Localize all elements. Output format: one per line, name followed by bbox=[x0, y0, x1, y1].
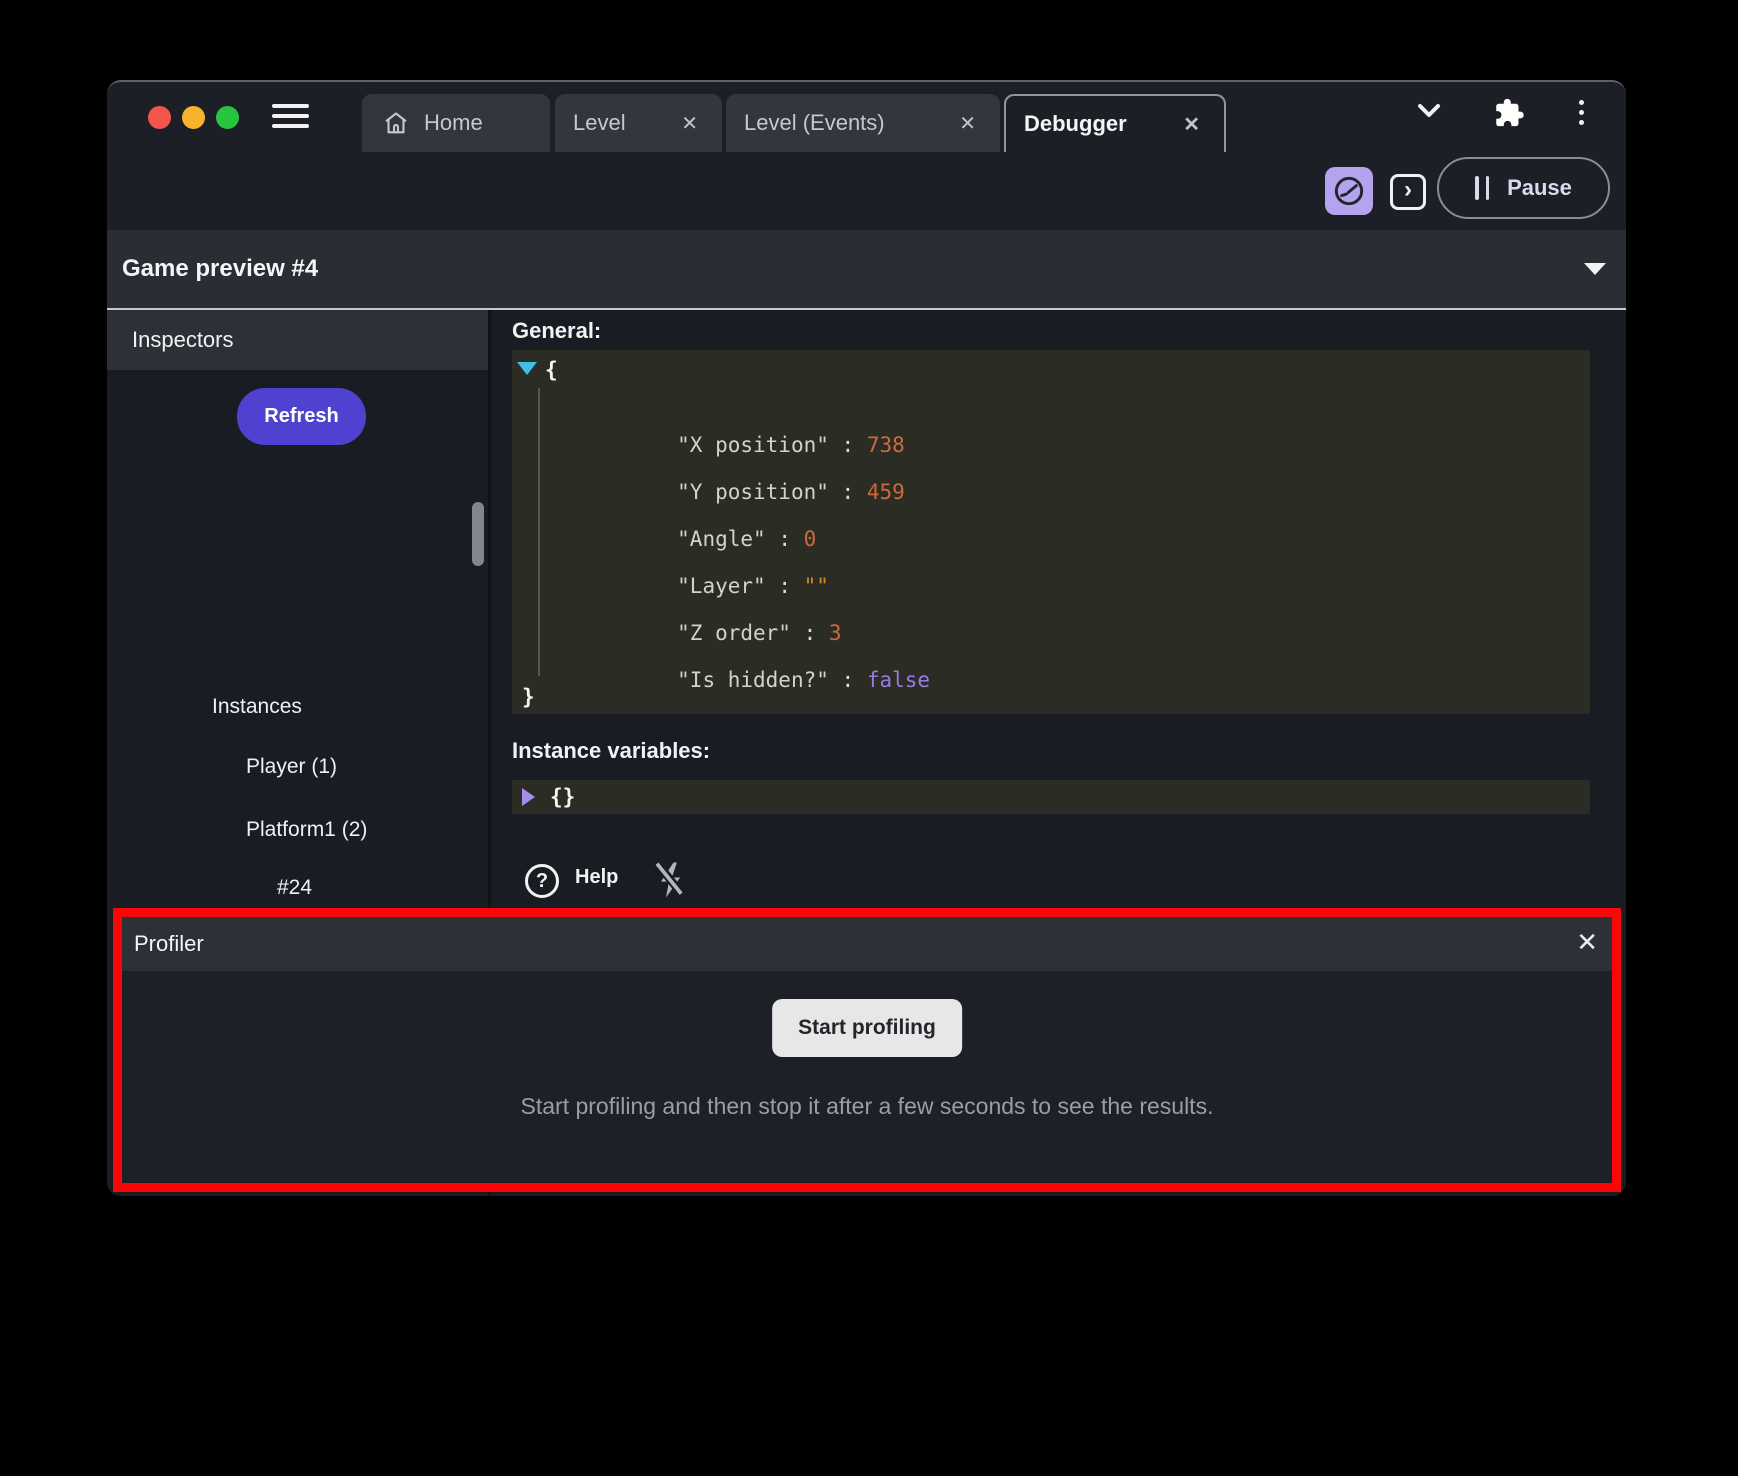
start-profiling-button[interactable]: Start profiling bbox=[772, 999, 962, 1057]
json-row-x-position: "X position" : 738 bbox=[576, 403, 905, 431]
json-row-angle: "Angle" : 0 bbox=[576, 497, 816, 525]
json-row-layer: "Layer" : "" bbox=[576, 544, 829, 572]
traffic-minimize-button[interactable] bbox=[182, 106, 205, 129]
json-row-z-order: "Z order" : 3 bbox=[576, 591, 842, 619]
question-mark-icon: ? bbox=[536, 870, 548, 893]
tab-label: Level bbox=[573, 110, 626, 136]
tab-level-events[interactable]: Level (Events) ✕ bbox=[726, 94, 1000, 152]
tab-debugger[interactable]: Debugger ✕ bbox=[1004, 94, 1226, 152]
app-window: Home Level ✕ Level (Events) ✕ Debugger ✕… bbox=[107, 80, 1626, 1196]
collapse-closed-icon[interactable] bbox=[522, 788, 535, 806]
kebab-icon bbox=[1579, 100, 1584, 105]
pause-label: Pause bbox=[1507, 175, 1572, 201]
tab-label: Home bbox=[424, 110, 483, 136]
refresh-button[interactable]: Refresh bbox=[237, 388, 366, 445]
instance-variables-value: {} bbox=[550, 785, 575, 809]
tab-close-icon[interactable]: ✕ bbox=[1177, 112, 1206, 137]
tab-level[interactable]: Level ✕ bbox=[555, 94, 722, 152]
profiler-panel: Profiler ✕ Start profiling Start profili… bbox=[113, 908, 1621, 1192]
profiler-title: Profiler bbox=[134, 931, 204, 957]
instance-variables-json-viewer: {} bbox=[512, 780, 1590, 814]
tab-close-icon[interactable]: ✕ bbox=[953, 111, 982, 136]
tab-label: Debugger bbox=[1024, 111, 1127, 137]
traffic-close-button[interactable] bbox=[148, 106, 171, 129]
json-close-brace: } bbox=[522, 683, 535, 711]
extensions-button[interactable] bbox=[1491, 96, 1525, 130]
console-icon: › bbox=[1404, 176, 1412, 204]
more-options-button[interactable] bbox=[1579, 100, 1584, 125]
tab-label: Level (Events) bbox=[744, 110, 885, 136]
flash-off-icon[interactable] bbox=[651, 860, 691, 900]
main-menu-button[interactable] bbox=[272, 104, 309, 128]
json-row-is-hidden: "Is hidden?" : false bbox=[576, 638, 930, 666]
json-open-brace: { bbox=[545, 356, 558, 384]
indent-guide bbox=[538, 388, 540, 676]
chevron-down-icon bbox=[1412, 100, 1446, 122]
pause-icon bbox=[1475, 176, 1489, 200]
instance-variables-heading: Instance variables: bbox=[512, 738, 710, 764]
tab-home[interactable]: Home bbox=[362, 94, 550, 152]
hamburger-icon bbox=[272, 104, 309, 108]
profiler-close-button[interactable]: ✕ bbox=[1576, 927, 1598, 958]
tree-item-24[interactable]: #24 bbox=[277, 873, 312, 903]
sidebar-scrollbar[interactable] bbox=[472, 502, 484, 566]
game-preview-selector[interactable]: Game preview #4 bbox=[107, 230, 1626, 310]
game-preview-title: Game preview #4 bbox=[122, 230, 318, 308]
tree-item-platform1[interactable]: Platform1 (2) bbox=[246, 815, 367, 845]
puzzle-icon bbox=[1491, 96, 1525, 130]
window-menu-chevron-button[interactable] bbox=[1412, 100, 1446, 122]
tree-item-player[interactable]: Player (1) bbox=[246, 752, 337, 782]
inspectors-title: Inspectors bbox=[132, 327, 234, 353]
chevron-down-icon[interactable] bbox=[1584, 263, 1606, 275]
general-json-viewer: { "X position" : 738 "Y position" : 459 … bbox=[512, 350, 1590, 714]
speedometer-icon bbox=[1333, 175, 1365, 207]
profiler-instructions: Start profiling and then stop it after a… bbox=[122, 1093, 1612, 1120]
profiler-toggle-button[interactable] bbox=[1325, 167, 1373, 215]
pause-button[interactable]: Pause bbox=[1437, 157, 1610, 219]
json-row-y-position: "Y position" : 459 bbox=[576, 450, 905, 478]
traffic-zoom-button[interactable] bbox=[216, 106, 239, 129]
tree-item-instances[interactable]: Instances bbox=[212, 692, 302, 722]
inspectors-header: Inspectors bbox=[107, 310, 488, 370]
profiler-header: Profiler bbox=[122, 917, 1612, 971]
collapse-open-icon[interactable] bbox=[517, 362, 537, 375]
home-icon bbox=[382, 109, 410, 137]
help-button[interactable]: ? bbox=[525, 864, 559, 898]
console-button[interactable]: › bbox=[1390, 174, 1426, 210]
general-heading: General: bbox=[512, 318, 601, 344]
tab-close-icon[interactable]: ✕ bbox=[675, 111, 704, 136]
help-label[interactable]: Help bbox=[575, 866, 618, 889]
